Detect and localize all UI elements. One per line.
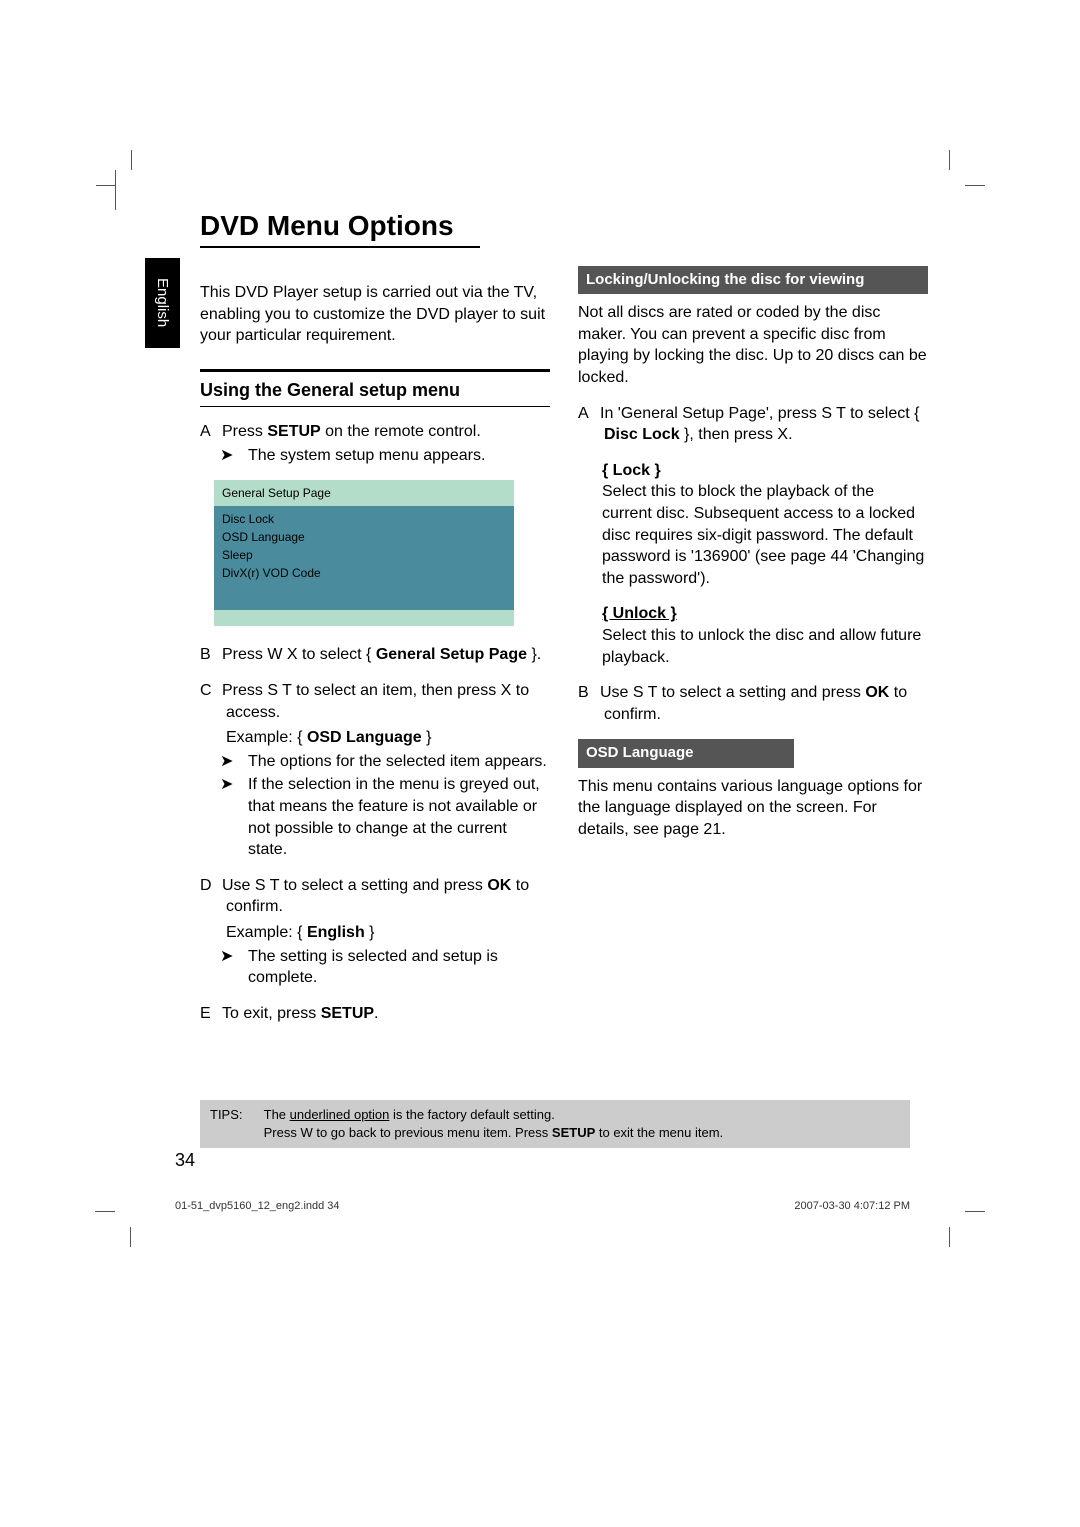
intro-text: This DVD Player setup is carried out via… xyxy=(200,282,550,347)
osd-language-text: This menu contains various language opti… xyxy=(578,776,928,841)
section-heading: Using the General setup menu xyxy=(200,378,550,402)
step-marker: A xyxy=(200,421,222,443)
section-rule-bottom xyxy=(200,406,550,407)
step-d: DUse S T to select a setting and press O… xyxy=(200,875,550,989)
right-column: Locking/Unlocking the disc for viewing N… xyxy=(578,266,928,1038)
osd-screenshot: General Setup Page Disc Lock OSD Languag… xyxy=(214,480,514,626)
section-rule-top xyxy=(200,369,550,372)
unlock-option: { Unlock } Select this to unlock the dis… xyxy=(602,603,928,668)
osd-item: DivX(r) VOD Code xyxy=(222,564,506,582)
language-tab: English xyxy=(145,258,180,348)
footer-file: 01-51_dvp5160_12_eng2.indd 34 xyxy=(175,1200,340,1212)
title-rule xyxy=(200,246,480,248)
footer-timestamp: 2007-03-30 4:07:12 PM xyxy=(794,1200,910,1212)
tips-label: TIPS: xyxy=(210,1106,260,1124)
osd-header: General Setup Page xyxy=(214,480,514,506)
right-step-b: BUse S T to select a setting and press O… xyxy=(578,682,928,725)
right-step-a: AIn 'General Setup Page', press S T to s… xyxy=(578,403,928,446)
step-a: APress SETUP on the remote control. ➤The… xyxy=(200,421,550,466)
step-e: ETo exit, press SETUP. xyxy=(200,1003,550,1025)
page-number: 34 xyxy=(175,1150,195,1171)
osd-footer xyxy=(214,610,514,626)
step-a-sub: ➤The system setup menu appears. xyxy=(226,445,550,467)
language-tab-label: English xyxy=(154,278,171,327)
subhead-osd-language: OSD Language xyxy=(578,739,794,767)
lock-option: { Lock } Select this to block the playba… xyxy=(602,460,928,590)
osd-item: Sleep xyxy=(222,546,506,564)
tips-box: TIPS: The underlined option is the facto… xyxy=(200,1100,910,1148)
locking-intro: Not all discs are rated or coded by the … xyxy=(578,302,928,388)
page-title: DVD Menu Options xyxy=(200,210,930,242)
left-column: This DVD Player setup is carried out via… xyxy=(200,266,550,1038)
step-b: BPress W X to select { General Setup Pag… xyxy=(200,644,550,666)
osd-item: Disc Lock xyxy=(222,510,506,528)
step-c: CPress S T to select an item, then press… xyxy=(200,680,550,861)
subhead-locking: Locking/Unlocking the disc for viewing xyxy=(578,266,928,294)
osd-item: OSD Language xyxy=(222,528,506,546)
osd-body: Disc Lock OSD Language Sleep DivX(r) VOD… xyxy=(214,506,514,610)
